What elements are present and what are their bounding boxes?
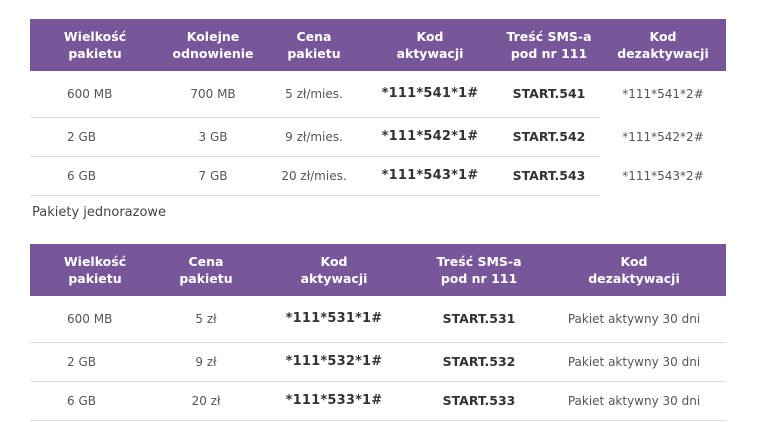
header-next-renewal: Kolejne odnowienie (160, 19, 266, 71)
table-row: 6 GB 20 zł *111*533*1# START.533 Pakiet … (30, 381, 726, 421)
cell-price: 5 zł (160, 296, 252, 343)
table-row: 2 GB 9 zł *111*532*1# START.532 Pakiet a… (30, 342, 726, 382)
cell-sms: START.532 (416, 342, 542, 382)
cell-activation-code: *111*542*1# (362, 117, 498, 157)
cell-sms: START.541 (498, 71, 600, 118)
cell-activation-code: *111*533*1# (252, 381, 416, 421)
cell-price: 9 zł/mies. (266, 117, 362, 157)
cell-activation-code: *111*541*1# (362, 71, 498, 118)
header-package-price: Cena pakietu (266, 19, 362, 71)
table-row: 2 GB 3 GB 9 zł/mies. *111*542*1# START.5… (30, 117, 726, 157)
recurring-packages-table: Wielkość pakietu Kolejne odnowienie Cena pa… (30, 19, 726, 196)
table-header-row: Wielkość pakietu Kolejne odnowienie Cena pa… (30, 19, 726, 71)
cell-deactivation-info: Pakiet aktywny 30 dni (542, 381, 726, 421)
header-deactivation-code: Kod dezaktywacji (600, 19, 726, 71)
cell-deactivation-info: Pakiet aktywny 30 dni (542, 342, 726, 382)
header-package-size: Wielkość pakietu (30, 19, 160, 71)
cell-sms: START.542 (498, 117, 600, 157)
cell-price: 9 zł (160, 342, 252, 382)
cell-price: 20 zł/mies. (266, 156, 362, 196)
cell-activation-code: *111*532*1# (252, 342, 416, 382)
cell-deactivation-info: Pakiet aktywny 30 dni (542, 296, 726, 343)
cell-deactivation-code: *111*543*2# (622, 168, 704, 183)
cell-size: 600 MB (30, 296, 160, 343)
table-header-row: Wielkość pakietu Cena pakietu Kod aktywacji… (30, 244, 726, 296)
header-package-price: Cena pakietu (160, 244, 252, 296)
header-package-size: Wielkość pakietu (30, 244, 160, 296)
cell-sms: START.543 (498, 156, 600, 196)
header-deactivation-code: Kod dezaktywacji (542, 244, 726, 296)
cell-renewal: 700 MB (160, 71, 266, 118)
section-label-one-time-packages: Pakiety jednorazowe (32, 205, 167, 220)
header-sms-content: Treść SMS-a pod nr 111 (498, 19, 600, 71)
cell-activation-code: *111*531*1# (252, 296, 416, 343)
one-time-packages-table: Wielkość pakietu Cena pakietu Kod aktywacji… (30, 244, 726, 421)
cell-size: 6 GB (30, 156, 160, 196)
cell-size: 2 GB (30, 117, 160, 157)
cell-deactivation-code: *111*542*2# (622, 129, 704, 144)
header-activation-code: Kod aktywacji (252, 244, 416, 296)
cell-price: 20 zł (160, 381, 252, 421)
cell-activation-code: *111*543*1# (362, 156, 498, 196)
cell-size: 6 GB (30, 381, 160, 421)
table-row: 600 MB 5 zł *111*531*1# START.531 Pakiet… (30, 296, 726, 343)
cell-renewal: 7 GB (160, 156, 266, 196)
cell-deactivation-code: *111*541*2# (622, 87, 704, 101)
cell-size: 2 GB (30, 342, 160, 382)
cell-renewal: 3 GB (160, 117, 266, 157)
cell-price: 5 zł/mies. (266, 71, 362, 118)
header-sms-content: Treść SMS-a pod nr 111 (416, 244, 542, 296)
table-row: 600 MB 700 MB 5 zł/mies. *111*541*1# STA… (30, 71, 726, 118)
cell-sms: START.531 (416, 296, 542, 343)
header-activation-code: Kod aktywacji (362, 19, 498, 71)
cell-size: 600 MB (30, 71, 160, 118)
table-row: 6 GB 7 GB 20 zł/mies. *111*543*1# START.… (30, 156, 726, 196)
cell-sms: START.533 (416, 381, 542, 421)
